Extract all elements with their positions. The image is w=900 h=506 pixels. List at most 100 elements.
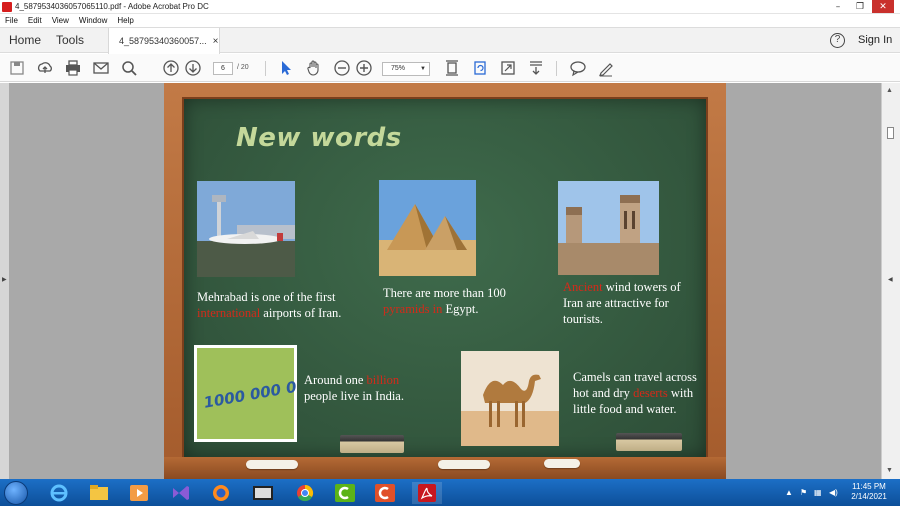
new-word-highlight: international xyxy=(197,306,261,320)
zoom-in-icon[interactable] xyxy=(355,59,373,77)
fullscreen-icon[interactable] xyxy=(499,59,517,77)
next-page-icon[interactable] xyxy=(184,59,202,77)
fit-page-icon[interactable] xyxy=(443,59,461,77)
sign-in-link[interactable]: Sign In xyxy=(858,34,892,46)
caption-text: airports of Iran. xyxy=(263,306,342,320)
minimize-button[interactable]: – xyxy=(827,0,849,13)
window-title: 4_5879534036057065110.pdf - Adobe Acroba… xyxy=(15,2,209,11)
billion-image-fill: 1000 000 000 xyxy=(197,348,297,439)
zoom-select[interactable]: 75% ▼ xyxy=(382,62,430,76)
restore-button[interactable]: ❐ xyxy=(849,0,871,13)
caption-text: Egypt. xyxy=(445,302,479,316)
menu-file[interactable]: File xyxy=(5,16,18,25)
toolbar: 6 / 20 75% ▼ xyxy=(0,54,900,82)
document-area[interactable]: ▶ New words Mehrabad is one of the first… xyxy=(0,83,900,479)
caption-pyramids: There are more than 100 pyramids in Egyp… xyxy=(383,285,533,317)
menu-edit[interactable]: Edit xyxy=(28,16,42,25)
comment-icon[interactable] xyxy=(569,59,587,77)
network-icon[interactable]: ▦ xyxy=(814,488,822,497)
rotate-icon[interactable] xyxy=(471,59,489,77)
vertical-scrollbar[interactable]: ▲ ◀ ▼ xyxy=(881,83,900,479)
new-word-highlight: Ancient xyxy=(563,280,603,294)
pyramids-image xyxy=(379,180,476,276)
caption-text: people live in India. xyxy=(304,389,404,403)
chrome-icon[interactable] xyxy=(290,482,320,504)
media-player-icon[interactable] xyxy=(124,482,154,504)
close-button[interactable]: ✕ xyxy=(872,0,894,13)
scrollbar-thumb[interactable] xyxy=(887,127,894,139)
help-icon[interactable]: ? xyxy=(830,33,845,48)
file-explorer-icon[interactable] xyxy=(84,482,114,504)
document-tab-label: 4_58795340360057... xyxy=(119,36,207,46)
visual-studio-icon[interactable] xyxy=(166,482,196,504)
left-panel-toggle[interactable]: ▶ xyxy=(0,83,9,479)
hand-icon[interactable] xyxy=(305,59,323,77)
menu-view[interactable]: View xyxy=(52,16,69,25)
zoom-value: 75% xyxy=(391,65,406,72)
windows-taskbar: ▲ ⚑ ▦ ◀) 11:45 PM 2/14/2021 xyxy=(0,479,900,506)
app-icon[interactable] xyxy=(248,482,278,504)
scroll-down-icon[interactable]: ▼ xyxy=(886,467,893,474)
pdf-page: New words Mehrabad is one of the first i… xyxy=(164,83,726,479)
toolbar-separator xyxy=(556,61,557,76)
tab-home[interactable]: Home xyxy=(9,33,41,47)
caption-text: Around one xyxy=(304,373,364,387)
new-word-highlight: billion xyxy=(366,373,400,387)
caption-wind-towers: Ancient wind towers of Iran are attracti… xyxy=(563,279,695,327)
chevron-down-icon: ▼ xyxy=(420,66,426,72)
sign-icon[interactable] xyxy=(597,59,615,77)
title-bar: 4_5879534036057065110.pdf - Adobe Acroba… xyxy=(0,0,900,14)
camtasia-icon[interactable] xyxy=(330,482,360,504)
volume-icon[interactable]: ◀) xyxy=(829,488,838,497)
chalk-image xyxy=(544,459,580,468)
menu-bar: File Edit View Window Help xyxy=(0,14,900,27)
page-number-input[interactable]: 6 xyxy=(213,62,233,75)
show-hidden-icons[interactable]: ▲ xyxy=(785,488,793,497)
flag-icon[interactable]: ⚑ xyxy=(800,488,807,497)
tab-tools[interactable]: Tools xyxy=(56,33,84,47)
page-total: / 20 xyxy=(237,64,249,71)
system-clock[interactable]: 11:45 PM 2/14/2021 xyxy=(848,482,890,502)
wind-towers-image xyxy=(558,181,659,275)
toolbar-separator xyxy=(265,61,266,76)
clock-time: 11:45 PM xyxy=(852,482,886,491)
camel-image xyxy=(461,351,559,446)
menu-window[interactable]: Window xyxy=(79,16,107,25)
start-button[interactable] xyxy=(4,481,28,505)
caption-airport: Mehrabad is one of the first internation… xyxy=(197,289,367,321)
eraser-image xyxy=(616,433,682,451)
new-word-highlight: pyramids in xyxy=(383,302,443,316)
caption-billion: Around one billion people live in India. xyxy=(304,372,434,404)
scroll-up-icon[interactable]: ▲ xyxy=(886,87,893,94)
airport-image xyxy=(197,181,295,277)
caption-text: Mehrabad is one of the first xyxy=(197,290,336,304)
select-cursor-icon[interactable] xyxy=(277,59,295,77)
firefox-icon[interactable] xyxy=(206,482,236,504)
tab-document[interactable]: 4_58795340360057... × xyxy=(108,28,220,54)
billion-image-number: 1000 000 000 xyxy=(202,374,297,412)
clock-date: 2/14/2021 xyxy=(851,492,887,501)
chalk-image xyxy=(246,460,298,469)
menu-help[interactable]: Help xyxy=(117,16,133,25)
acrobat-app-icon xyxy=(2,1,12,12)
print-icon[interactable] xyxy=(64,59,82,77)
document-tab-close-icon[interactable]: × xyxy=(213,36,219,47)
upload-icon[interactable] xyxy=(36,59,54,77)
search-icon[interactable] xyxy=(120,59,138,77)
expand-right-icon[interactable]: ◀ xyxy=(888,276,893,283)
caption-camel: Camels can travel across hot and dry des… xyxy=(573,369,713,417)
slide-heading: New words xyxy=(236,123,402,153)
camtasia-recorder-icon[interactable] xyxy=(370,482,400,504)
ie-icon[interactable] xyxy=(44,482,74,504)
scroll-mode-icon[interactable] xyxy=(527,59,545,77)
eraser-image xyxy=(340,435,404,453)
new-word-highlight: deserts xyxy=(633,386,668,400)
save-icon[interactable] xyxy=(8,59,26,77)
chalk-image xyxy=(438,460,490,469)
expand-left-icon[interactable]: ▶ xyxy=(2,276,7,283)
zoom-out-icon[interactable] xyxy=(333,59,351,77)
acrobat-icon[interactable] xyxy=(412,482,442,504)
email-icon[interactable] xyxy=(92,59,110,77)
caption-text: There are more than 100 xyxy=(383,286,506,300)
prev-page-icon[interactable] xyxy=(162,59,180,77)
